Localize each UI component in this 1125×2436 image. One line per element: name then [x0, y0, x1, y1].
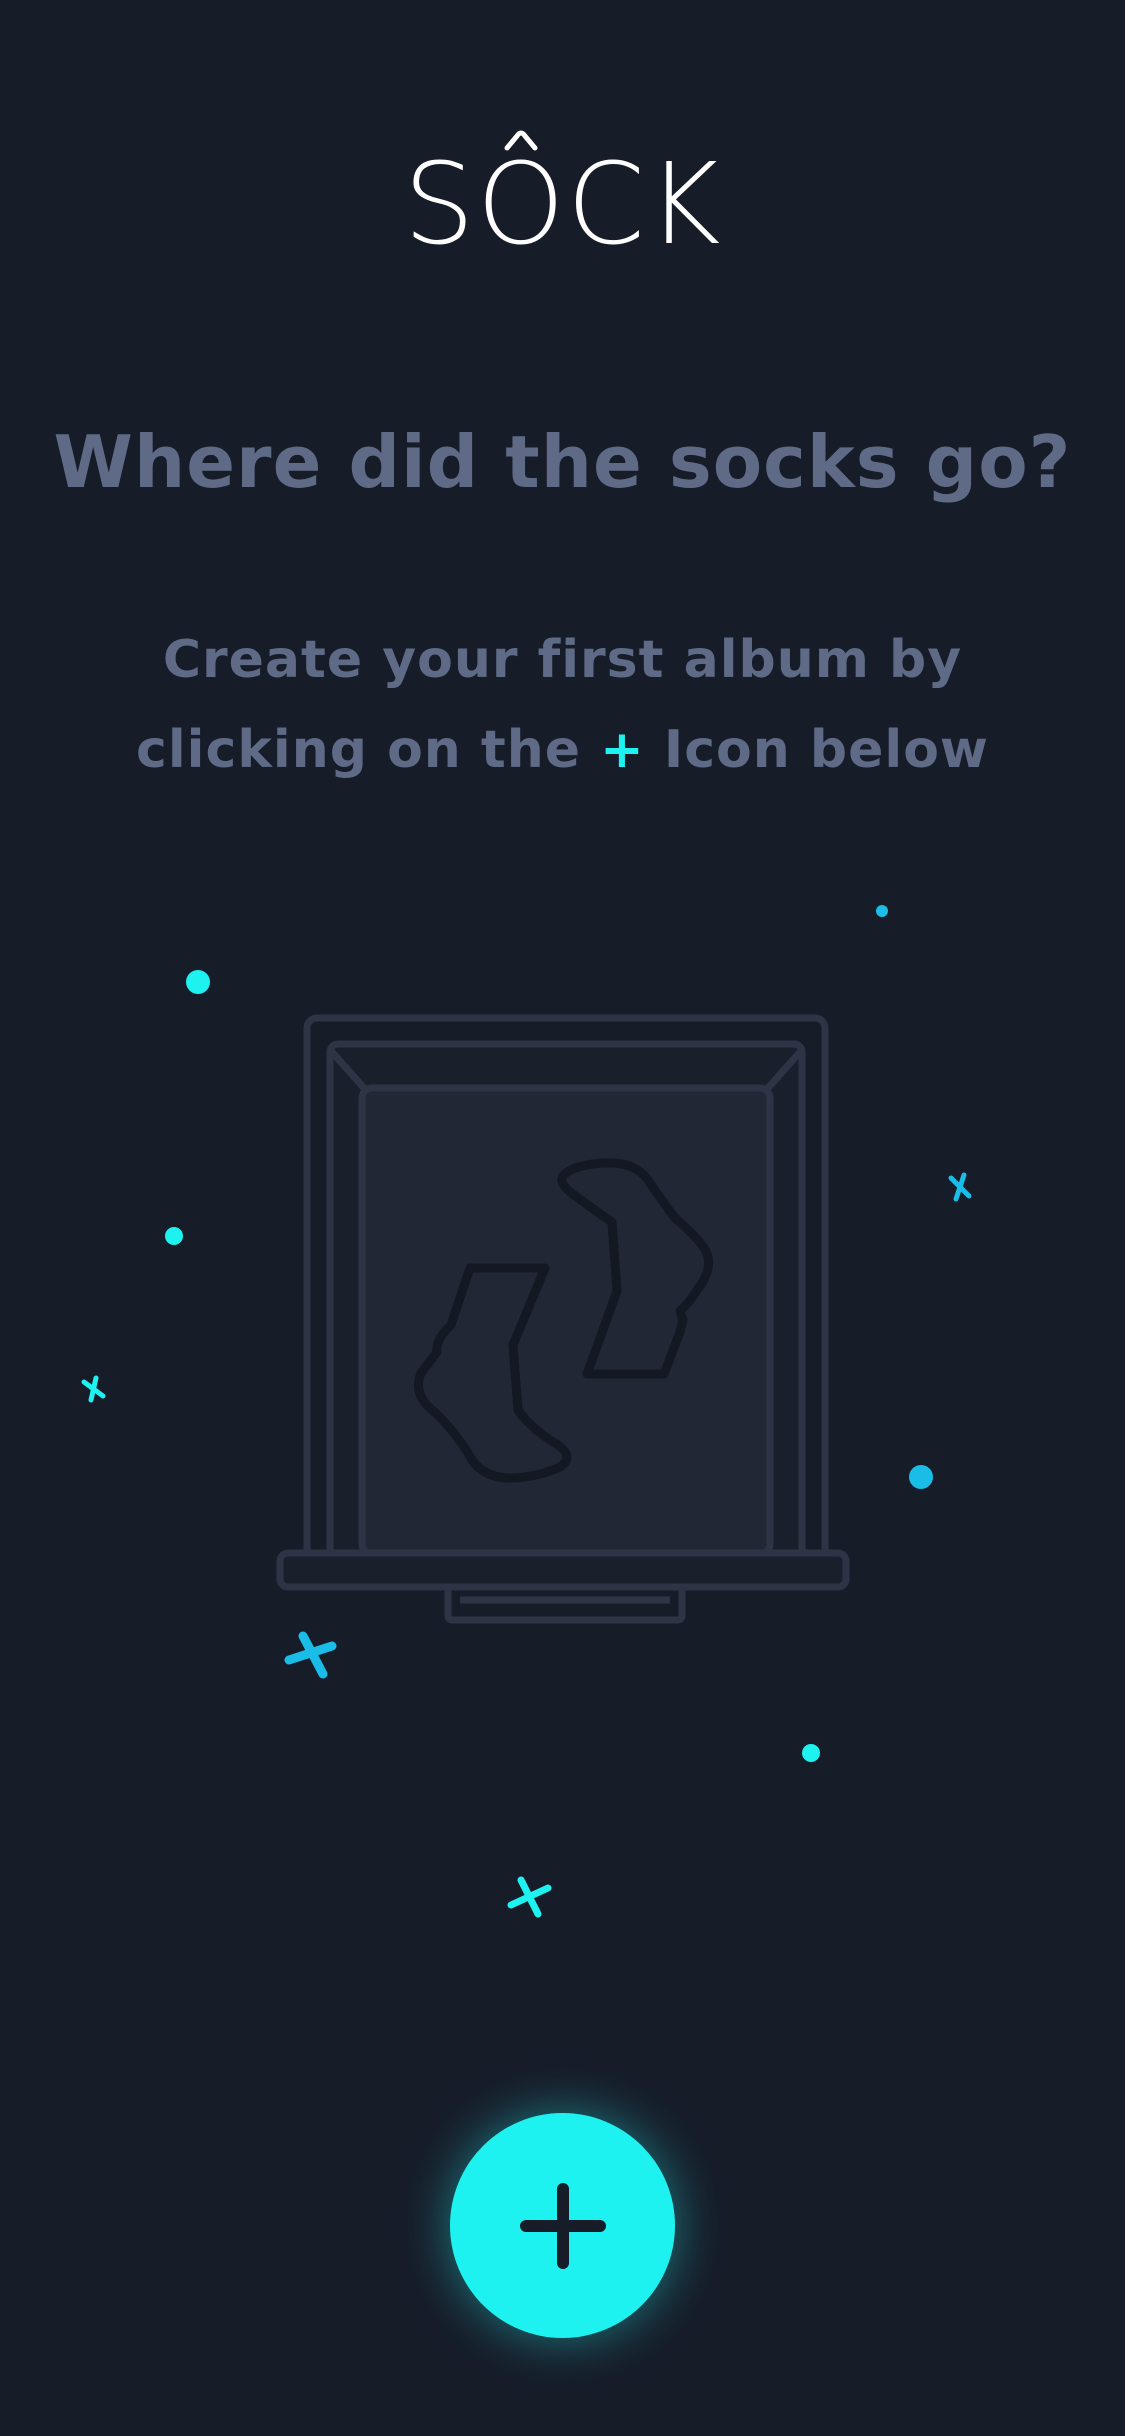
sparkle-dot	[802, 1744, 820, 1762]
empty-state-headline: Where did the socks go?	[53, 420, 1072, 504]
sparkle-dot	[186, 970, 210, 994]
empty-state-instructions: Create your first album by clicking on t…	[0, 615, 1125, 795]
logo-text: SOCK	[403, 140, 722, 258]
inline-plus-icon: +	[600, 720, 645, 780]
sock-logo: SOCK	[403, 130, 722, 258]
app-logo: SOCK	[0, 128, 1125, 262]
sparkle-cross-icon	[81, 1375, 106, 1403]
empty-album-illustration	[0, 880, 1125, 1960]
album-frame-icon	[276, 1014, 850, 1624]
add-album-button[interactable]	[450, 2113, 675, 2338]
plus-icon	[519, 2182, 606, 2269]
sparkle-dot	[909, 1465, 933, 1489]
instructions-line-1: Create your first album by	[162, 630, 963, 690]
sparkle-cross-icon	[507, 1876, 552, 1918]
sparkle-cross-icon	[948, 1172, 972, 1202]
sparkle-cross-icon	[284, 1631, 337, 1679]
sparkle-dot	[165, 1227, 183, 1245]
instructions-line-2-end: Icon below	[663, 720, 989, 780]
illustration-svg	[81, 905, 972, 1918]
instructions-line-2-start: clicking on the	[136, 720, 582, 780]
sparkle-dot	[876, 905, 888, 917]
